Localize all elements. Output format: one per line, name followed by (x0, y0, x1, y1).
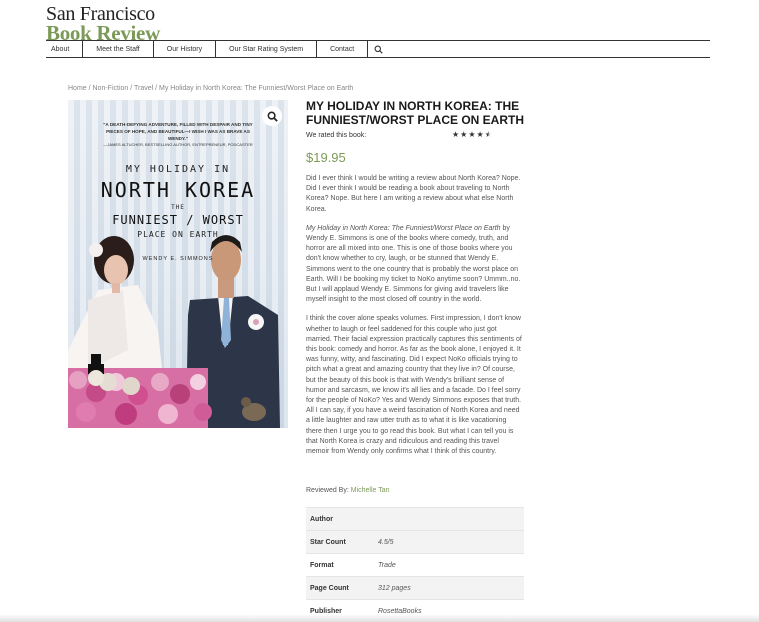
cover-photo-couple (68, 235, 280, 428)
main-nav: About Meet the Staff Our History Our Sta… (46, 40, 710, 58)
cover-title-line-2: NORTH KOREA (100, 178, 256, 202)
rating-label: We rated this book: (306, 132, 367, 139)
nav-item-contact[interactable]: Contact (317, 41, 369, 57)
cover-blurb-credit: —JAMES ALTUCHER, BESTSELLING AUTHOR, ENT… (103, 142, 253, 147)
product-price: $19.95 (306, 150, 346, 165)
review-paragraph: Did I ever think I would be writing a re… (306, 175, 521, 213)
breadcrumb[interactable]: Home / Non-Fiction / Travel / My Holiday… (68, 85, 353, 92)
table-row: Author (306, 508, 524, 531)
cover-title-line-1: MY HOLIDAY IN (125, 164, 231, 175)
cover-title-line-5: PLACE ON EARTH (137, 230, 219, 239)
star-icon: ★ (484, 130, 492, 139)
table-row: Star Count 4.5/5 (306, 531, 524, 554)
detail-label: Star Count (310, 538, 346, 546)
detail-value: 312 pages (378, 584, 411, 592)
review-paragraph: My Holiday in North Korea: The Funniest/… (306, 224, 524, 306)
detail-value: 4.5/5 (378, 538, 394, 546)
zoom-icon[interactable] (262, 106, 282, 126)
review-paragraph-text: by Wendy E. Simmons is one of the books … (306, 224, 521, 304)
detail-label: Format (310, 561, 334, 569)
cover-blurb: "A DEATH-DEFYING ADVENTURE, FILLED WITH … (103, 122, 253, 141)
reviewed-by: Reviewed By: Michelle Tan (306, 487, 390, 494)
cover-author: WENDY E. SIMMONS (142, 256, 214, 262)
table-row: Page Count 312 pages (306, 577, 524, 600)
review-book-title: My Holiday in North Korea: The Funniest/… (306, 224, 501, 232)
reviewed-by-label: Reviewed By: (306, 487, 349, 494)
cover-title-line-3: THE (171, 204, 185, 211)
cover-title-line-4: FUNNIEST / WORST (112, 213, 244, 227)
search-icon[interactable] (368, 41, 388, 57)
detail-label: Author (310, 515, 333, 523)
book-cover-image[interactable]: "A DEATH-DEFYING ADVENTURE, FILLED WITH … (68, 100, 288, 428)
detail-label: Page Count (310, 584, 349, 592)
star-icon: ★ (476, 130, 484, 139)
page-bottom-shadow (0, 614, 759, 622)
star-rating: ★ ★ ★ ★ ★ (452, 131, 492, 139)
review-body: Did I ever think I would be writing a re… (306, 174, 524, 466)
star-icon: ★ (460, 130, 468, 139)
review-paragraph: I think the cover alone speaks volumes. … (306, 315, 522, 456)
detail-value: Trade (378, 561, 396, 569)
book-details-table: Author Star Count 4.5/5 Format Trade Pag… (306, 507, 524, 622)
table-row: Format Trade (306, 554, 524, 577)
reviewer-link[interactable]: Michelle Tan (351, 487, 390, 494)
star-icon: ★ (452, 130, 460, 139)
nav-item-our-history[interactable]: Our History (154, 41, 217, 57)
product-title: My Holiday in North Korea: The Funniest/… (306, 99, 524, 127)
star-icon: ★ (468, 130, 476, 139)
site-logo[interactable]: San Francisco Book Review (46, 4, 160, 44)
nav-item-star-rating-system[interactable]: Our Star Rating System (216, 41, 318, 57)
nav-item-meet-the-staff[interactable]: Meet the Staff (83, 41, 154, 57)
nav-item-about[interactable]: About (46, 41, 84, 57)
